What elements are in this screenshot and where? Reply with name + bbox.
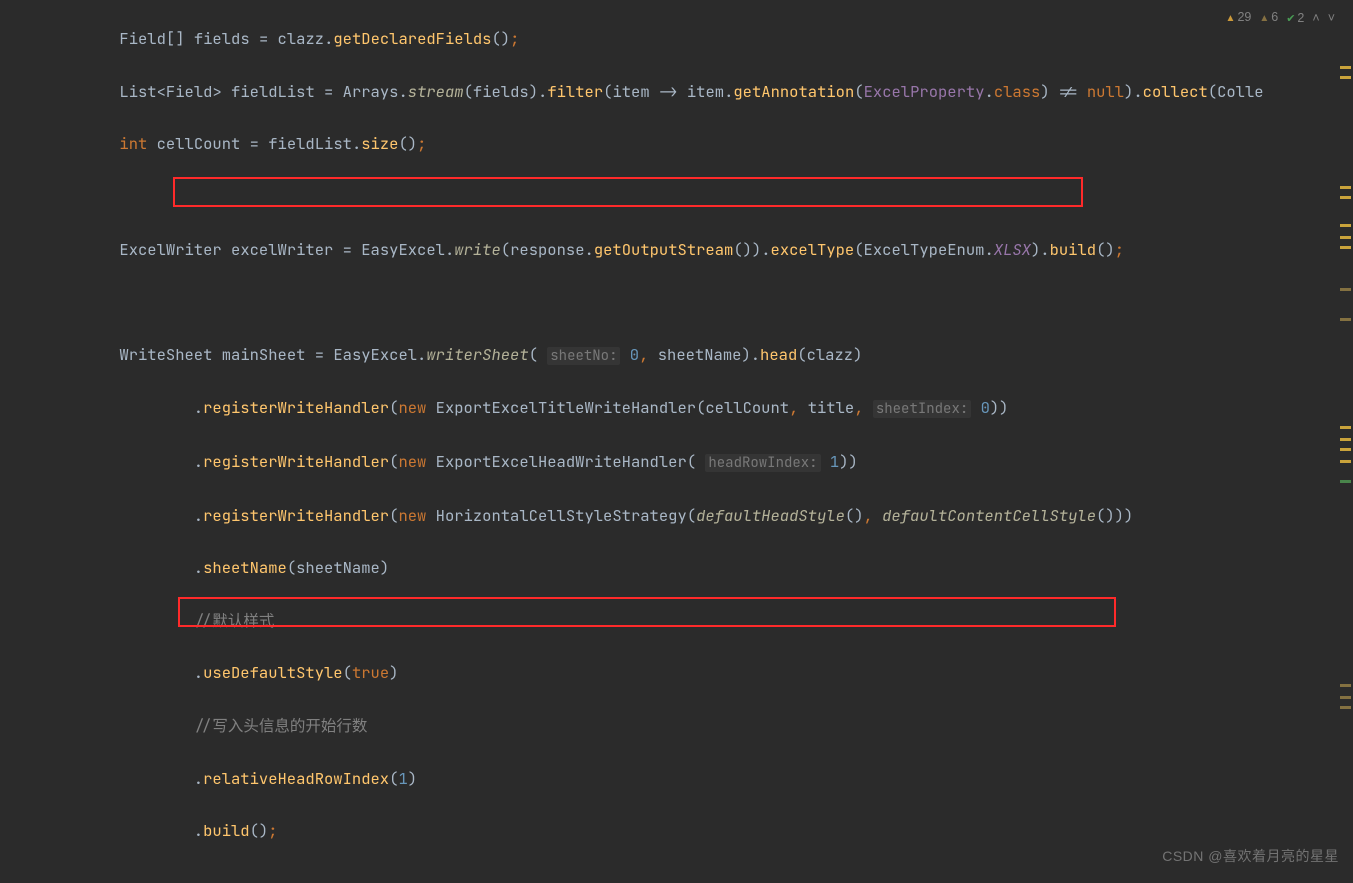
code-line: WriteSheet mainSheet = EasyExcel.writerS… [45,342,1340,369]
code-line [45,184,1340,210]
marker-strip[interactable] [1339,28,1351,883]
code-line: Field[] fields = clazz.getDeclaredFields… [45,26,1340,52]
param-hint: sheetNo: [547,347,620,365]
weak-warnings-icon[interactable]: 6 [1259,4,1278,32]
code-line: //写入头信息的开始行数 [45,713,1340,739]
warning-count: 29 [1237,10,1251,24]
code-line [45,871,1340,883]
nav-down-icon[interactable]: ˅ [1328,5,1335,31]
param-hint: headRowIndex: [705,454,820,472]
code-line: int cellCount = fieldList.size(); [45,131,1340,157]
param-hint: sheetIndex: [873,400,971,418]
code-line: List<Field> fieldList = Arrays.stream(fi… [45,79,1340,105]
code-line [45,289,1340,315]
warnings-icon[interactable]: 29 [1226,4,1252,32]
code-line: .relativeHeadRowIndex(1) [45,766,1340,792]
weak-count: 6 [1271,10,1278,24]
code-editor[interactable]: Field[] fields = clazz.getDeclaredFields… [0,0,1340,883]
code-line: .useDefaultStyle(true) [45,660,1340,686]
nav-up-icon[interactable]: ˄ [1312,5,1319,31]
code-line: .registerWriteHandler(new HorizontalCell… [45,503,1340,529]
code-line: .registerWriteHandler(new ExportExcelHea… [45,449,1340,476]
code-line: ExcelWriter excelWriter = EasyExcel.writ… [45,237,1340,263]
watermark: CSDN @喜欢着月亮的星星 [1162,843,1339,869]
status-bar: 29 6 2 ˄ ˅ [1226,4,1335,32]
ok-count: 2 [1297,11,1304,25]
code-line: .build(); [45,818,1340,844]
ok-icon[interactable]: 2 [1286,5,1304,32]
code-line: .registerWriteHandler(new ExportExcelTit… [45,395,1340,422]
code-line: .sheetName(sheetName) [45,555,1340,581]
code-line: //默认样式 [45,608,1340,634]
